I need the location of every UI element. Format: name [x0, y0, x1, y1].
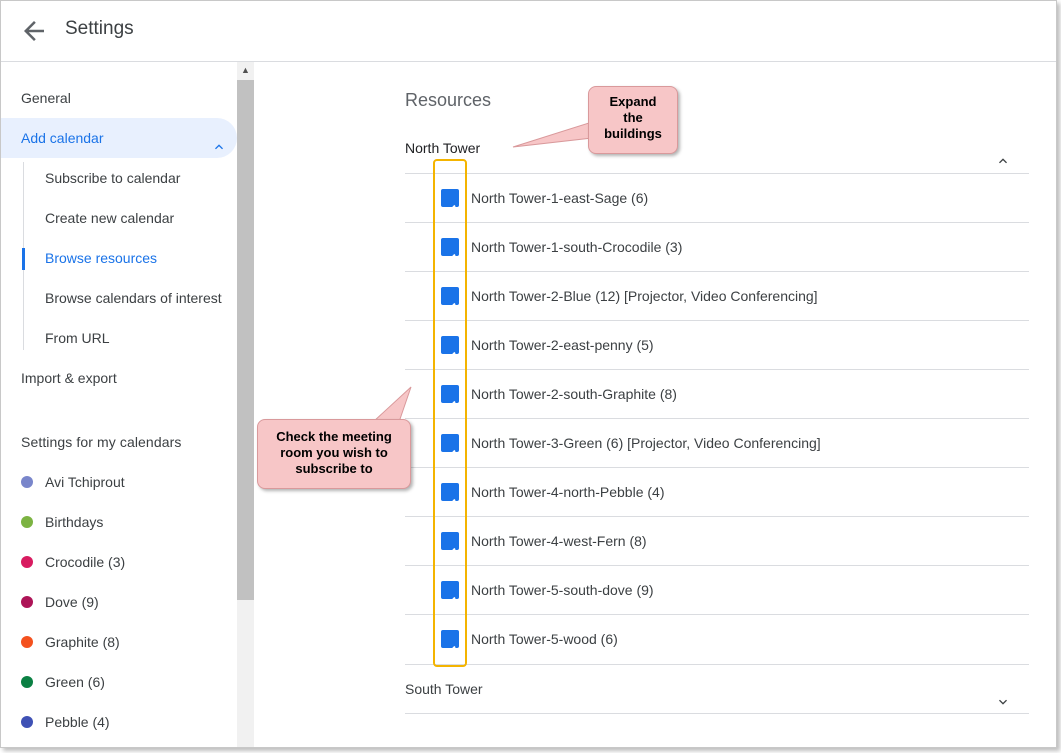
calendar-item[interactable]: Crocodile (3)	[1, 542, 237, 582]
sidebar-item-label: From URL	[45, 330, 110, 346]
callout-check-room: Check the meeting room you wish to subsc…	[257, 419, 411, 489]
list-item[interactable]: North Tower-2-south-Graphite (8)	[405, 369, 1029, 418]
callout-pointer-2	[371, 386, 412, 423]
page-title: Settings	[65, 18, 134, 39]
room-label: North Tower-5-south-dove (9)	[471, 582, 654, 598]
calendar-label: Pebble (4)	[45, 714, 110, 730]
calendar-color-dot	[21, 716, 33, 728]
list-item[interactable]: North Tower-1-east-Sage (6)	[405, 173, 1029, 222]
resources-heading: Resources	[405, 90, 492, 110]
calendar-color-dot	[21, 676, 33, 688]
calendar-color-dot	[21, 556, 33, 568]
callout-text: subscribe to	[295, 461, 373, 476]
sidebar-item-label: Add calendar	[21, 130, 104, 146]
sidebar-item-label: Subscribe to calendar	[45, 170, 181, 186]
calendar-label: Avi Tchiprout	[45, 474, 125, 490]
sidebar-item-import-export[interactable]: Import & export	[1, 358, 237, 398]
calendar-item[interactable]: Birthdays	[1, 502, 237, 542]
callout-text: Check the meeting	[276, 429, 392, 444]
top-bar: Settings	[1, 1, 1056, 62]
room-label: North Tower-4-west-Fern (8)	[471, 533, 647, 549]
callout-text: buildings	[604, 126, 662, 141]
room-label: North Tower-3-Green (6) [Projector, Vide…	[471, 435, 821, 451]
settings-window: Settings General Add calendar Subscribe …	[0, 0, 1057, 748]
list-item[interactable]: North Tower-3-Green (6) [Projector, Vide…	[405, 418, 1029, 467]
list-item[interactable]: North Tower-4-west-Fern (8)	[405, 516, 1029, 565]
back-arrow-icon[interactable]	[19, 16, 49, 46]
sidebar-item-label: Create new calendar	[45, 210, 175, 226]
building-label: North Tower	[405, 140, 481, 156]
calendar-item[interactable]: Avi Tchiprout	[1, 462, 237, 502]
room-label: North Tower-1-south-Crocodile (3)	[471, 239, 683, 255]
calendar-color-dot	[21, 596, 33, 608]
calendar-label: Crocodile (3)	[45, 554, 126, 570]
sidebar-item-create-calendar[interactable]: Create new calendar	[1, 198, 237, 238]
list-item[interactable]: North Tower-5-wood (6)	[405, 614, 1029, 663]
list-item[interactable]: North Tower-5-south-dove (9)	[405, 565, 1029, 614]
sidebar-item-label: Browse calendars of interest	[45, 290, 222, 306]
calendar-label: Dove (9)	[45, 594, 99, 610]
building-label: South Tower	[405, 681, 483, 697]
list-item[interactable]: North Tower-2-Blue (12) [Projector, Vide…	[405, 271, 1029, 320]
callout-text: Expand	[609, 94, 657, 109]
room-label: North Tower-1-east-Sage (6)	[471, 190, 649, 206]
callout-expand-buildings: Expand the buildings	[588, 86, 678, 154]
section-label: Settings for my calendars	[21, 434, 182, 450]
sidebar-item-label: Browse resources	[45, 250, 158, 266]
calendar-item[interactable]: Pebble (4)	[1, 702, 237, 742]
chevron-up-icon[interactable]	[211, 130, 227, 150]
main-content: Resources North Tower North Tower-1-east…	[254, 62, 1056, 747]
calendar-color-dot	[21, 636, 33, 648]
room-label: North Tower-2-east-penny (5)	[471, 337, 654, 353]
calendar-color-dot	[21, 476, 33, 488]
sidebar-item-from-url[interactable]: From URL	[1, 318, 237, 358]
sidebar-item-add-calendar[interactable]: Add calendar	[1, 118, 237, 158]
room-label: North Tower-2-south-Graphite (8)	[471, 386, 677, 402]
list-item[interactable]: North Tower-2-east-penny (5)	[405, 320, 1029, 369]
building-south-tower[interactable]: South Tower	[405, 664, 1029, 714]
checkbox-highlight-box	[433, 159, 467, 667]
sidebar-item-browse-interest[interactable]: Browse calendars of interest	[1, 278, 237, 318]
callout-text: room you wish to	[280, 445, 388, 460]
calendar-item[interactable]: Dove (9)	[1, 582, 237, 622]
sidebar-item-general[interactable]: General	[1, 78, 237, 118]
chevron-up-icon[interactable]	[995, 140, 1011, 164]
list-item[interactable]: North Tower-1-south-Crocodile (3)	[405, 222, 1029, 271]
room-label: North Tower-5-wood (6)	[471, 631, 618, 647]
sidebar-item-label: Import & export	[21, 370, 117, 386]
scroll-up-icon[interactable]: ▲	[237, 62, 254, 79]
calendar-color-dot	[21, 516, 33, 528]
callout-text: the	[623, 110, 643, 125]
room-label: North Tower-4-north-Pebble (4)	[471, 484, 665, 500]
calendar-label: Graphite (8)	[45, 634, 120, 650]
list-item[interactable]: North Tower-4-north-Pebble (4)	[405, 467, 1029, 516]
sidebar-item-browse-resources[interactable]: Browse resources	[1, 238, 237, 278]
chevron-down-icon[interactable]	[995, 681, 1011, 705]
sidebar-item-subscribe[interactable]: Subscribe to calendar	[1, 158, 237, 198]
sidebar-scrollbar[interactable]: ▲	[237, 62, 254, 747]
room-label: North Tower-2-Blue (12) [Projector, Vide…	[471, 288, 818, 304]
calendar-item[interactable]: Green (6)	[1, 662, 237, 702]
scrollbar-thumb[interactable]	[237, 80, 254, 600]
calendar-label: Green (6)	[45, 674, 105, 690]
sidebar-item-label: General	[21, 90, 71, 106]
calendar-label: Birthdays	[45, 514, 104, 530]
sidebar: General Add calendar Subscribe to calend…	[1, 62, 237, 747]
building-north-tower[interactable]: North Tower	[405, 124, 1029, 172]
calendar-item[interactable]: Graphite (8)	[1, 622, 237, 662]
